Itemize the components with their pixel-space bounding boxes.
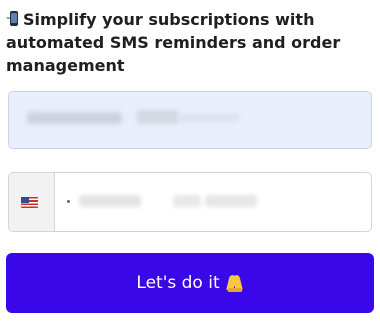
headline-text: Simplify your subscriptions with automat… — [6, 10, 341, 75]
redacted-phone-value — [205, 195, 257, 207]
country-code-selector[interactable] — [9, 173, 55, 231]
phone-number-input[interactable] — [55, 173, 371, 231]
folded-hands-icon — [225, 274, 244, 292]
email-field[interactable] — [8, 91, 372, 149]
form-headline: ➜ Simplify your subscriptions with autom… — [6, 8, 366, 77]
redacted-email-value — [179, 114, 239, 122]
phone-number-cursor — [67, 200, 70, 203]
sms-signup-form: ➜ Simplify your subscriptions with autom… — [0, 0, 380, 322]
redacted-phone-value — [173, 195, 201, 207]
submit-button[interactable]: Let's do it — [6, 253, 374, 313]
redacted-email-value — [27, 112, 122, 124]
submit-button-label: Let's do it — [136, 273, 220, 293]
us-flag-icon — [21, 197, 38, 208]
phone-field — [8, 172, 372, 232]
redacted-email-value — [137, 110, 179, 124]
redacted-phone-value — [79, 195, 141, 207]
mobile-phone-arrow-icon: ➜ — [6, 11, 19, 27]
